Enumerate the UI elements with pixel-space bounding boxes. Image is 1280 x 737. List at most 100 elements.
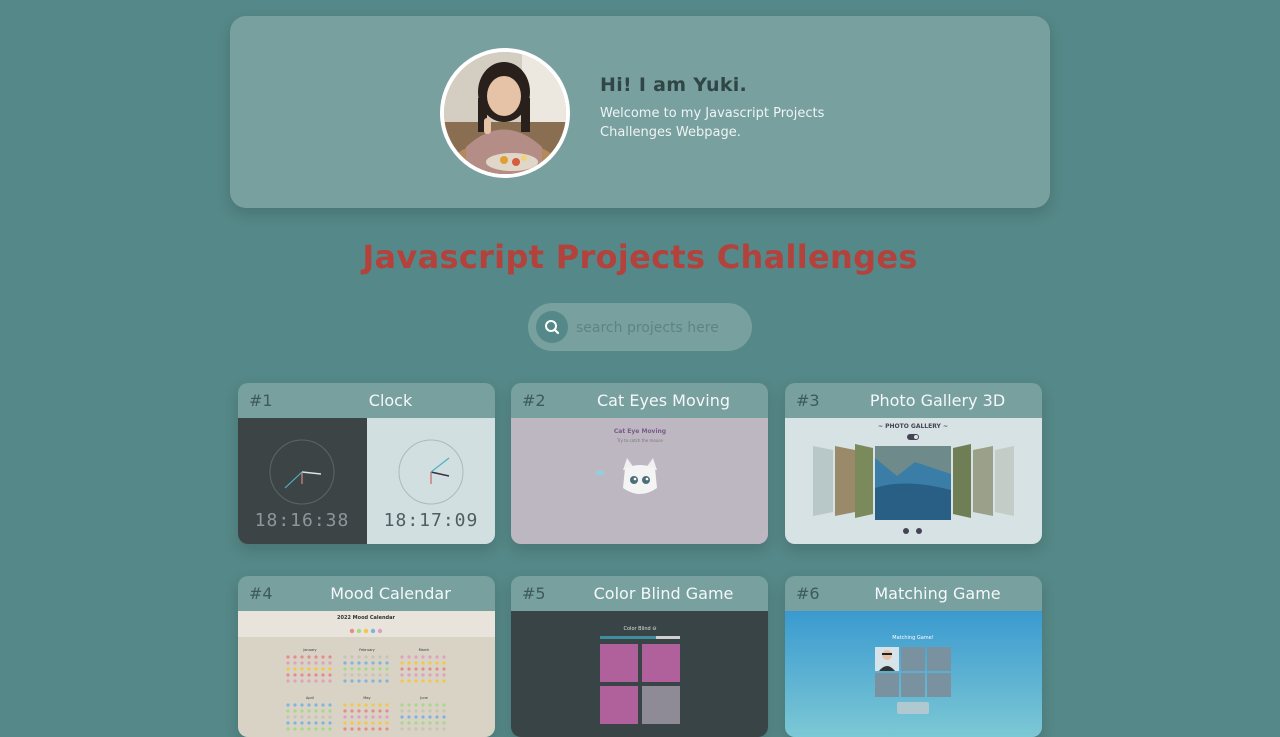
card-thumbnail[interactable]: Matching Game! bbox=[785, 611, 1042, 737]
project-card-mood-calendar[interactable]: #4 Mood Calendar 2022 Mood Calendar Janu… bbox=[238, 576, 495, 737]
card-title[interactable]: Mood Calendar bbox=[294, 584, 487, 603]
mood-dot bbox=[307, 709, 311, 713]
project-card-matching-game[interactable]: #6 Matching Game Matching Game! bbox=[785, 576, 1042, 737]
project-card-cat-eyes[interactable]: #2 Cat Eyes Moving Cat Eye Moving Try to… bbox=[511, 383, 768, 544]
mood-dot bbox=[314, 721, 318, 725]
mood-dot bbox=[364, 655, 368, 659]
page-title: Javascript Projects Challenges bbox=[362, 238, 918, 276]
mood-dot bbox=[293, 673, 297, 677]
mood-dot bbox=[314, 715, 318, 719]
mood-dot bbox=[407, 709, 411, 713]
thumb-heading: 2022 Mood Calendar bbox=[337, 615, 395, 621]
card-number: #5 bbox=[522, 584, 546, 603]
mood-dot bbox=[307, 715, 311, 719]
mood-dot bbox=[364, 709, 368, 713]
mood-dot bbox=[328, 709, 332, 713]
project-card-color-blind-game[interactable]: #5 Color Blind Game Color Blind ⊖ bbox=[511, 576, 768, 737]
mood-dot bbox=[328, 727, 332, 731]
card-title[interactable]: Matching Game bbox=[841, 584, 1034, 603]
mood-dot bbox=[343, 721, 347, 725]
mood-dot bbox=[435, 703, 439, 707]
mood-dot bbox=[286, 673, 290, 677]
mood-dot bbox=[428, 721, 432, 725]
mood-dot bbox=[343, 655, 347, 659]
mood-dot bbox=[435, 727, 439, 731]
mood-dot bbox=[314, 679, 318, 683]
mood-dot bbox=[300, 667, 304, 671]
mood-dot bbox=[385, 661, 389, 665]
mood-dot bbox=[414, 661, 418, 665]
mood-dot bbox=[435, 679, 439, 683]
card-title[interactable]: Color Blind Game bbox=[567, 584, 760, 603]
mood-dot bbox=[357, 727, 361, 731]
mood-dot bbox=[428, 679, 432, 683]
mood-dot bbox=[328, 721, 332, 725]
search-icon bbox=[545, 320, 560, 335]
month-label: February bbox=[359, 648, 375, 652]
mood-dot bbox=[314, 661, 318, 665]
mood-dot bbox=[350, 721, 354, 725]
card-header: #5 Color Blind Game bbox=[511, 576, 768, 611]
mood-dot bbox=[421, 709, 425, 713]
mood-dot bbox=[435, 715, 439, 719]
mood-dot bbox=[442, 673, 446, 677]
clock-light-time: 18:17:09 bbox=[384, 510, 479, 531]
project-card-photo-gallery[interactable]: #3 Photo Gallery 3D ~ PHOTO GALLERY ~ bbox=[785, 383, 1042, 544]
mood-dot bbox=[364, 667, 368, 671]
card-thumbnail[interactable]: ~ PHOTO GALLERY ~ bbox=[785, 418, 1042, 544]
mood-dot bbox=[378, 709, 382, 713]
mood-dot bbox=[421, 727, 425, 731]
mood-dot bbox=[307, 655, 311, 659]
mood-dot bbox=[421, 655, 425, 659]
mood-dot bbox=[328, 667, 332, 671]
search-input[interactable] bbox=[574, 315, 746, 341]
mood-dot bbox=[357, 673, 361, 677]
thumb-heading: Color Blind ⊖ bbox=[624, 626, 657, 632]
mood-dot bbox=[343, 679, 347, 683]
mood-dot bbox=[442, 703, 446, 707]
mood-dot bbox=[428, 655, 432, 659]
card-thumbnail[interactable]: Cat Eye Moving Try to catch the mouse bbox=[511, 418, 768, 544]
mood-dot bbox=[435, 655, 439, 659]
mood-dot bbox=[414, 715, 418, 719]
mood-dot bbox=[357, 709, 361, 713]
card-thumbnail[interactable]: 2022 Mood Calendar January February Marc… bbox=[238, 611, 495, 737]
mood-dot bbox=[442, 655, 446, 659]
mood-dot bbox=[435, 673, 439, 677]
mood-dot bbox=[385, 709, 389, 713]
card-thumbnail[interactable]: 18:16:38 18:17:09 bbox=[238, 418, 495, 544]
mood-dot bbox=[300, 673, 304, 677]
mood-dot bbox=[293, 667, 297, 671]
mood-dot bbox=[314, 655, 318, 659]
mood-dot bbox=[414, 703, 418, 707]
card-header: #2 Cat Eyes Moving bbox=[511, 383, 768, 418]
mood-dot bbox=[407, 679, 411, 683]
search-button[interactable] bbox=[536, 311, 568, 343]
card-title[interactable]: Clock bbox=[294, 391, 487, 410]
mood-dot bbox=[314, 703, 318, 707]
card-header: #1 Clock bbox=[238, 383, 495, 418]
mood-dot bbox=[435, 661, 439, 665]
thumb-caption: Try to catch the mouse bbox=[616, 438, 663, 443]
mood-dot bbox=[343, 709, 347, 713]
mood-dot bbox=[328, 703, 332, 707]
mood-dot bbox=[286, 679, 290, 683]
month-label: May bbox=[363, 696, 370, 700]
mood-dot bbox=[328, 655, 332, 659]
mood-dot bbox=[350, 667, 354, 671]
mood-dot bbox=[371, 715, 375, 719]
card-number: #1 bbox=[249, 391, 273, 410]
card-thumbnail[interactable]: Color Blind ⊖ bbox=[511, 611, 768, 737]
mood-dot bbox=[428, 667, 432, 671]
card-title[interactable]: Photo Gallery 3D bbox=[841, 391, 1034, 410]
thumb-heading: Cat Eye Moving bbox=[614, 428, 666, 435]
mood-dot bbox=[364, 661, 368, 665]
mood-dot bbox=[364, 727, 368, 731]
mood-dot bbox=[442, 667, 446, 671]
project-card-clock[interactable]: #1 Clock 18:16:38 18:17:09 bbox=[238, 383, 495, 544]
card-title[interactable]: Cat Eyes Moving bbox=[567, 391, 760, 410]
mood-dot bbox=[421, 715, 425, 719]
mood-dot bbox=[414, 673, 418, 677]
profile-avatar bbox=[440, 48, 570, 178]
mood-dot bbox=[428, 673, 432, 677]
